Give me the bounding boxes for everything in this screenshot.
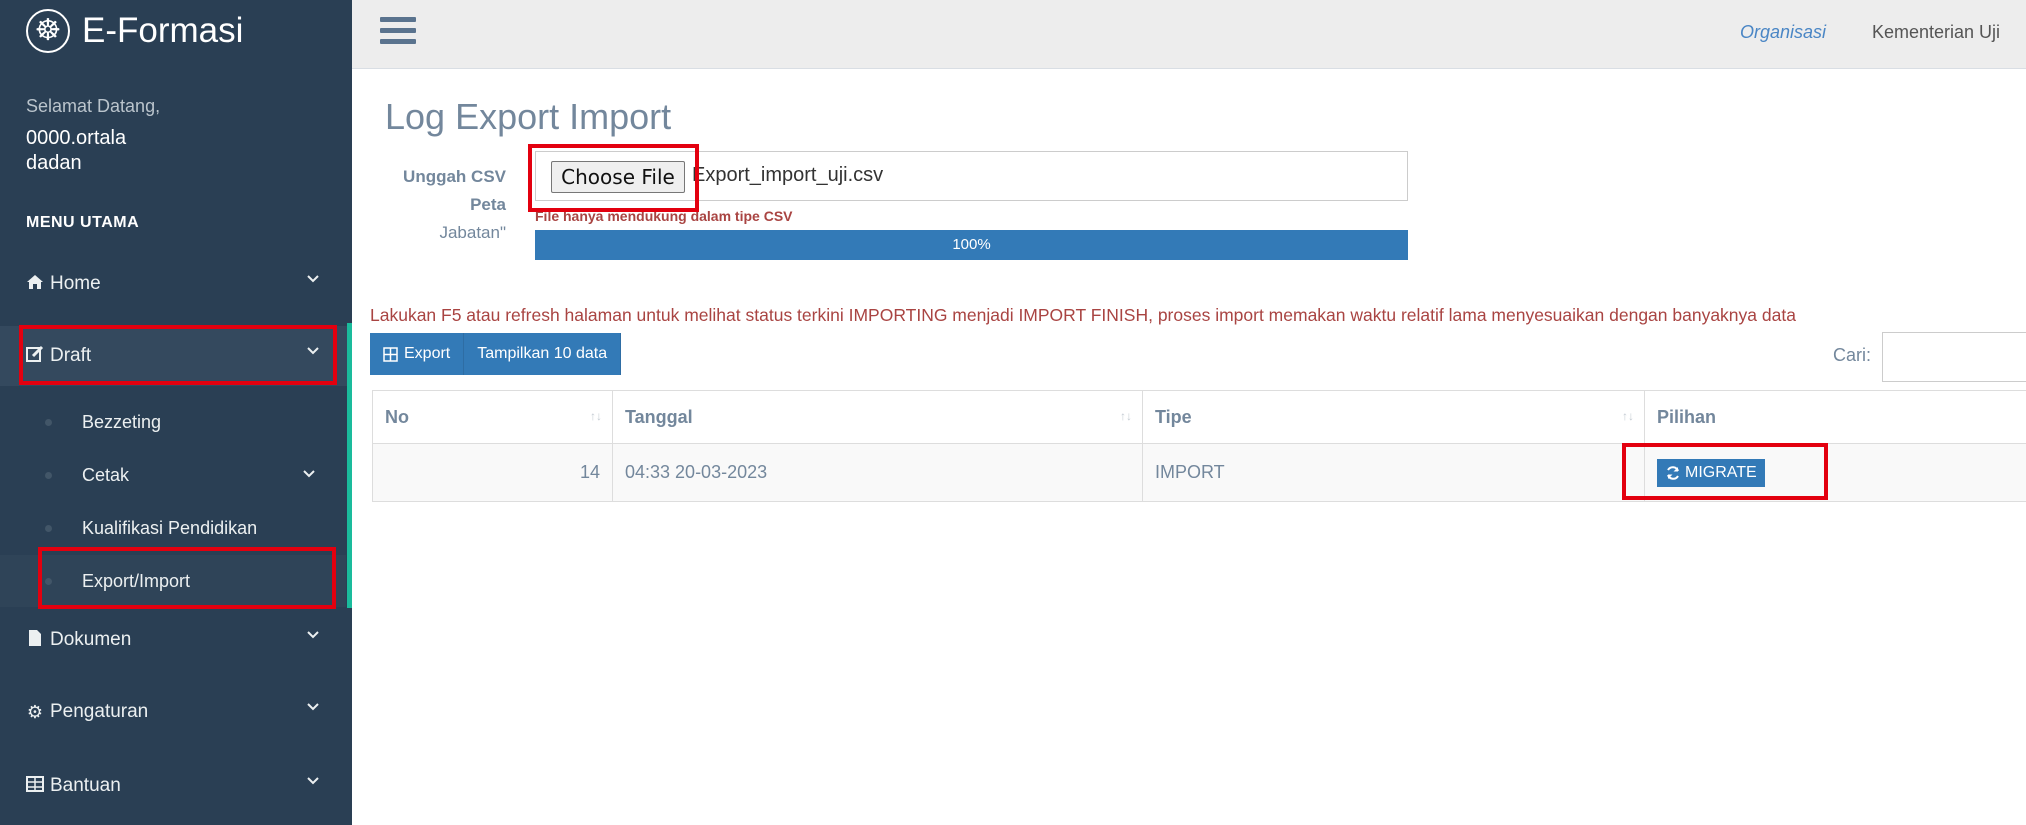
sidebar-item-dokumen[interactable]: Dokumen (0, 610, 350, 670)
bullet-icon (45, 577, 52, 585)
menu-toggle-icon[interactable] (380, 17, 416, 47)
sidebar-subitem-kualifikasi[interactable]: Kualifikasi Pendidikan (0, 502, 346, 554)
file-icon (22, 629, 48, 652)
migrate-button[interactable]: MIGRATE (1657, 458, 1765, 487)
search-input[interactable] (1882, 332, 2026, 382)
page-length-button[interactable]: Tampilkan 10 data (464, 333, 622, 375)
choose-file-button[interactable]: Choose File (551, 161, 685, 193)
upload-progress-bar: 100% (535, 230, 1408, 260)
welcome-text: Selamat Datang, (26, 96, 161, 116)
column-header-tanggal[interactable]: Tanggal ↑↓ (612, 390, 1143, 444)
edit-icon (22, 345, 48, 368)
export-button-label: Export (404, 345, 451, 362)
cell-pilihan: MIGRATE (1644, 443, 2026, 502)
cogs-icon: ⚙ (26, 701, 44, 722)
import-notice: Lakukan F5 atau refresh halaman untuk me… (370, 305, 1796, 325)
bullet-icon (45, 418, 52, 426)
cell-tipe: IMPORT (1142, 443, 1645, 502)
sidebar-subitem-export-import[interactable]: Export/Import (0, 555, 346, 607)
sidebar-subitem-bezzeting[interactable]: Bezzeting (0, 396, 346, 448)
brand-title: E-Formasi (82, 11, 244, 50)
active-indicator (347, 323, 352, 608)
page-title: Log Export Import (385, 96, 672, 137)
file-type-hint: File hanya mendukung dalam tipe CSV (535, 208, 793, 224)
sidebar-subitem-label: Export/Import (82, 570, 191, 591)
chevron-down-icon (307, 275, 319, 283)
chevron-down-icon (303, 470, 315, 478)
chevron-down-icon (307, 347, 319, 355)
brand[interactable]: ☸ E-Formasi (0, 0, 352, 62)
migrate-button-label: MIGRATE (1685, 463, 1757, 481)
column-header-tipe[interactable]: Tipe ↑↓ (1142, 390, 1645, 444)
header-label: Pilihan (1657, 406, 1717, 427)
header-label: No (385, 406, 409, 427)
chevron-down-icon (307, 777, 319, 785)
column-header-pilihan: Pilihan (1644, 390, 2026, 444)
table-header-row: No ↑↓ Tanggal ↑↓ Tipe ↑↓ Pilihan (372, 390, 2026, 444)
table-icon (383, 346, 398, 362)
upload-label: Unggah CSV (403, 167, 506, 186)
dharma-wheel-icon: ☸ (26, 9, 70, 53)
organization-name: Kementerian Uji (1872, 22, 2001, 42)
user-name: dadan (26, 152, 82, 174)
sidebar-item-label: Home (50, 273, 101, 294)
chevron-down-icon (307, 703, 319, 711)
sidebar-subitem-label: Kualifikasi Pendidikan (82, 517, 258, 538)
selected-file-name: Export_import_uji.csv (692, 164, 884, 186)
sort-icon: ↑↓ (1120, 409, 1132, 423)
search-label: Cari: (1833, 345, 1872, 365)
sidebar-item-bantuan[interactable]: Bantuan (0, 756, 350, 816)
home-icon (22, 274, 48, 295)
sidebar-item-label: Draft (50, 345, 92, 366)
user-id: 0000.ortala (26, 127, 127, 149)
sidebar-item-home[interactable]: Home (0, 254, 350, 314)
cell-tanggal: 04:33 20-03-2023 (612, 443, 1143, 502)
sidebar-subitem-cetak[interactable]: Cetak (0, 449, 346, 501)
sidebar-subitem-label: Bezzeting (82, 411, 162, 432)
upload-label-line2: Peta (470, 195, 506, 214)
refresh-icon (1667, 465, 1679, 480)
progress-text: 100% (952, 236, 991, 253)
sidebar-item-label: Dokumen (50, 629, 132, 650)
upload-label-line3: Jabatan" (439, 223, 506, 242)
sort-icon: ↑↓ (1622, 409, 1634, 423)
bullet-icon (45, 471, 52, 479)
column-header-no[interactable]: No ↑↓ (372, 390, 613, 444)
sidebar-item-label: Bantuan (50, 775, 121, 796)
sidebar: ☸ E-Formasi Selamat Datang, 0000.ortala … (0, 0, 352, 825)
table-icon (22, 775, 48, 797)
sort-icon: ↑↓ (590, 409, 602, 423)
table-row: 14 04:33 20-03-2023 IMPORT MIGRATE (372, 443, 2026, 502)
sidebar-item-label: Pengaturan (50, 701, 149, 722)
table-toolbar: Export Tampilkan 10 data (370, 333, 622, 375)
sidebar-subitem-label: Cetak (82, 464, 130, 485)
chevron-down-icon (307, 631, 319, 639)
header-label: Tanggal (625, 406, 693, 427)
log-table: No ↑↓ Tanggal ↑↓ Tipe ↑↓ Pilihan 14 04:33 2… (372, 390, 2026, 502)
sidebar-item-pengaturan[interactable]: ⚙ Pengaturan (0, 682, 350, 742)
organization-label[interactable]: Organisasi (1740, 22, 1826, 43)
export-button[interactable]: Export (370, 333, 465, 375)
sidebar-item-draft[interactable]: Draft (0, 326, 350, 386)
top-nav: Organisasi Kementerian Uji (352, 0, 2026, 69)
bullet-icon (45, 524, 52, 532)
header-label: Tipe (1155, 406, 1192, 427)
menu-heading: MENU UTAMA (26, 214, 140, 231)
cell-no: 14 (372, 443, 613, 502)
